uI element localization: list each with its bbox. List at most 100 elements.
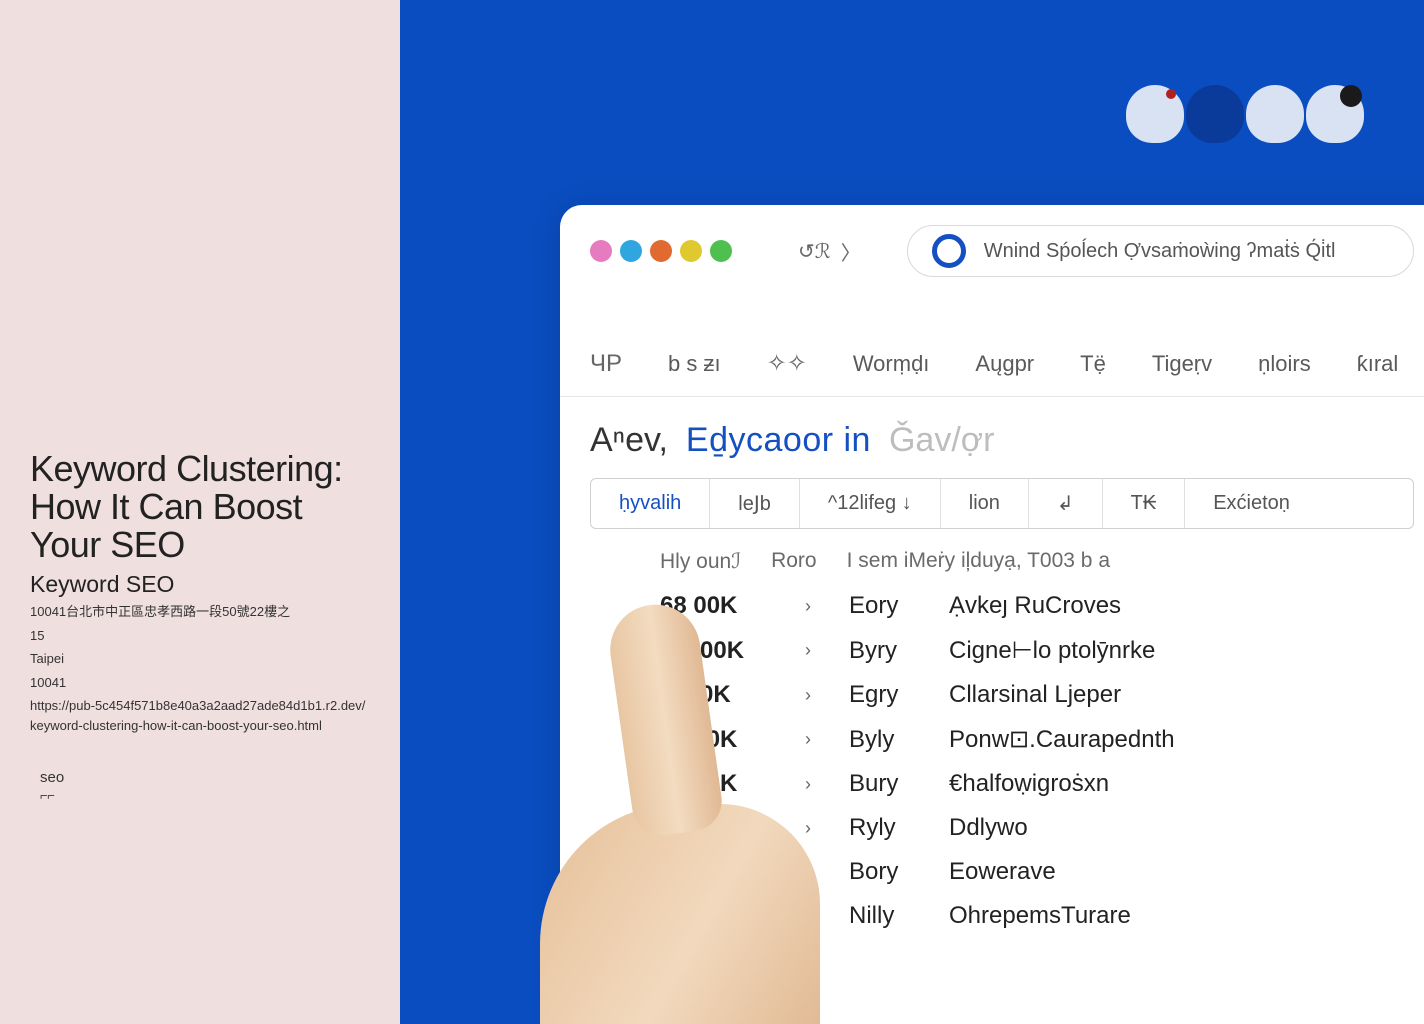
dot-icon [620,240,642,262]
tab-item[interactable]: Worṃḍı [853,351,930,377]
heading-part: Eḏycaoor in [686,421,871,460]
table-header: Hly ounℐ Roro I sem iMeṙy iļduyạ, T003 b… [590,529,1414,584]
logo-blob [1126,85,1184,143]
row-term: OhrepemsTurare [949,902,1131,930]
expand-icon: ⌐ ⌐ [40,788,53,803]
page-subtitle: Keyword SEO [30,571,370,598]
tab-item[interactable]: Tẹ̈ [1080,351,1106,377]
row-count: 80 00K [660,726,775,754]
tab-item[interactable]: ṇloirs [1258,351,1311,377]
address-line: 10041台北市中正區忠孝西路一段50號22樓之 [30,602,370,622]
table-row[interactable]: 8Ŀ 00K › [660,938,1414,982]
results-list: 68 00K › Eory Ạvkeȷ RuCroves 1.3 00K › Byry Ci… [590,584,1414,982]
row-term: Cllarsinal Ljeper [949,681,1121,709]
filter-bar: ḥyvalih leͿb ^12lifeg ↓ lion ↲ T₭ Exćiet… [590,478,1414,529]
row-count: 17 00Ḳ [660,814,775,842]
dot-icon [680,240,702,262]
chevron-right-icon: › [805,640,819,661]
row-term: Cigne⊢lo ptolȳnrke [949,636,1155,665]
main-panel: ↺ℛ 〉 Wnind Sṕoĺech Ợvsaṁoẁing ʔmaṫṡ Q́i̇… [400,0,1424,1024]
row-type: Bory [849,858,919,886]
row-type: Byry [849,637,919,665]
address-number: 15 [30,626,370,646]
table-row[interactable]: 82 00K › Bury €halfoẉigroṡxn [660,762,1414,806]
filter-cell[interactable]: ↲ [1029,479,1103,528]
chevron-right-icon: › [805,596,819,617]
filter-cell[interactable]: lion [941,479,1029,528]
dot-icon [590,240,612,262]
address-bar[interactable]: Wnind Sṕoĺech Ợvsaṁoẁing ʔmaṫṡ Q́i̇tl [907,225,1414,277]
table-row[interactable]: 17 00Ḳ › Ryly Ddlywo [660,806,1414,850]
column-header: Roro [771,549,817,574]
row-term: €halfoẉigroṡxn [949,770,1109,798]
row-term: Ạvkeȷ RuCroves [949,592,1121,620]
logo-blob [1246,85,1304,143]
filter-cell[interactable]: ḥyvalih [591,479,710,528]
table-row[interactable]: 32 00K › Bory Eowerave [660,850,1414,894]
tab-item[interactable]: b s ƶı [668,351,721,377]
tab-item[interactable]: Aųgpr [975,351,1034,377]
column-header: I sem iMeṙy iļduyạ, T003 b a [847,549,1110,574]
filter-cell[interactable]: ^12lifeg ↓ [800,479,941,528]
seo-badge: seo ⌐ ⌐ [30,765,74,807]
site-icon [932,234,966,268]
page-title: Keyword Clustering: How It Can Boost You… [30,450,370,563]
table-row[interactable]: S0 00K › Nilly OhrepemsTurare [660,894,1414,938]
chevron-right-icon: › [805,729,819,750]
tab-bar: ЧP b s ƶı ✧✧ Worṃḍı Aųgpr Tẹ̈ Tigeṛv ṇlo… [560,289,1424,397]
heading-part: Aⁿev, [590,421,668,460]
chevron-right-icon: › [805,818,819,839]
tab-sparkle-icon[interactable]: ✧✧ [767,349,807,378]
dot-icon [650,240,672,262]
tab-loop-icon[interactable]: ЧP [590,350,622,378]
tab-item[interactable]: ƙıral [1357,351,1399,377]
row-type: Bury [849,770,919,798]
chevron-right-icon: › [805,906,819,927]
row-count: 8Ŀ 00K [660,946,775,974]
address-city: Taipei [30,649,370,669]
forward-icon[interactable]: 〉 [841,237,861,266]
row-type: Egry [849,681,919,709]
logo-blob [1306,85,1364,143]
row-term: Eowerave [949,858,1056,886]
chevron-right-icon: › [805,774,819,795]
table-row[interactable]: 8I 00K›EgryCllarsinal Ljeper [660,673,1414,717]
table-row[interactable]: 1.3 00K › Byry Cigne⊢lo ptolȳnrke [660,628,1414,673]
browser-toolbar: ↺ℛ 〉 Wnind Sṕoĺech Ợvsaṁoẁing ʔmaṫṡ Q́i̇… [560,205,1424,289]
logo-blob [1186,85,1244,143]
source-url[interactable]: https://pub-5c454f571b8e40a3a2aad27ade84… [30,696,370,735]
row-count: S0 00K [660,902,775,930]
row-count: 32 00K [660,858,775,886]
row-type: Nilly [849,902,919,930]
browser-window: ↺ℛ 〉 Wnind Sṕoĺech Ợvsaṁoẁing ʔmaṫṡ Q́i̇… [560,205,1424,1024]
heading-part: Ǧav/ợr [889,421,994,460]
row-type: Ryly [849,814,919,842]
filter-cell[interactable]: Exćietoṇ [1185,479,1318,528]
row-type: Eory [849,592,919,620]
row-count: 68 00K [660,592,775,620]
tab-item[interactable]: Tigeṛv [1152,351,1212,377]
chevron-right-icon: › [805,950,819,971]
row-term: Ddlywo [949,814,1028,842]
history-icon[interactable]: ↺ℛ [798,239,831,264]
row-count: 82 00K [660,770,775,798]
address-postcode: 10041 [30,673,370,693]
column-header: Hly ounℐ [660,549,741,574]
seo-badge-label: seo [40,769,64,786]
content-area: Aⁿev, Eḏycaoor in Ǧav/ợr ḥyvalih leͿb ^1… [560,397,1424,982]
filter-cell[interactable]: T₭ [1103,479,1186,528]
chevron-right-icon: › [805,862,819,883]
chevron-right-icon: › [805,685,819,706]
table-row[interactable]: 80 00K › Byly Ponw⊡.Caurapednth [660,717,1414,762]
row-count: 1.3 00K [660,637,775,665]
sidebar: Keyword Clustering: How It Can Boost You… [0,0,400,1024]
logo-cluster [1126,85,1364,143]
filter-cell[interactable]: leͿb [710,479,800,528]
window-controls[interactable] [590,240,732,262]
address-text: Wnind Sṕoĺech Ợvsaṁoẁing ʔmaṫṡ Q́i̇tl [984,240,1336,263]
content-heading: Aⁿev, Eḏycaoor in Ǧav/ợr [590,421,1414,460]
dot-icon [710,240,732,262]
table-row[interactable]: 68 00K › Eory Ạvkeȷ RuCroves [660,584,1414,628]
row-term: Ponw⊡.Caurapednth [949,725,1175,754]
row-type: Byly [849,726,919,754]
